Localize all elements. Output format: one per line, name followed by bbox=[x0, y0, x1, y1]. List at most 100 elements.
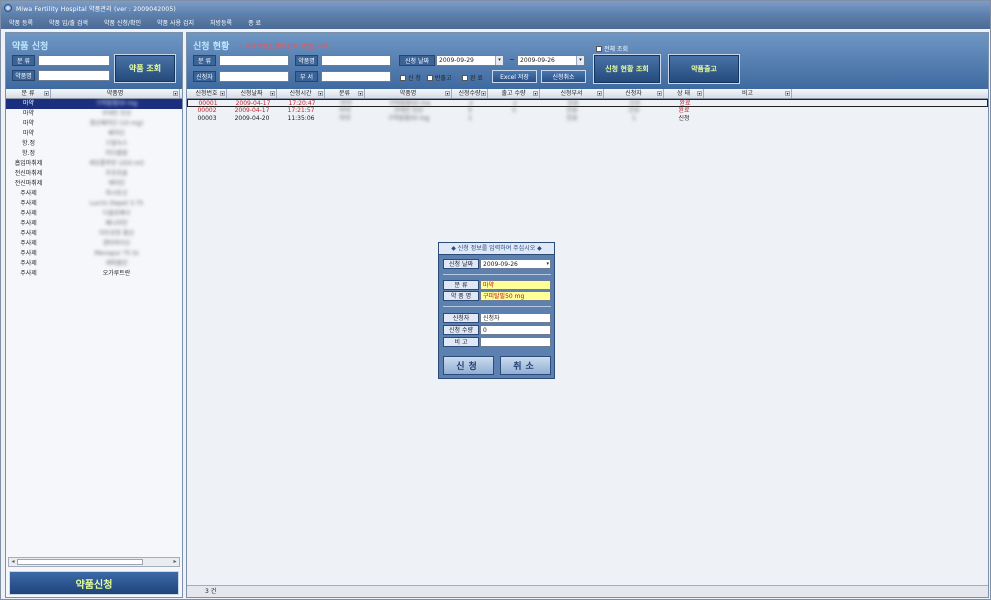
dialog-applicant-input[interactable]: 신청자 bbox=[480, 313, 551, 323]
col-request-time[interactable]: 신청시간 ▾ bbox=[277, 89, 325, 98]
menu-item-drug-request[interactable]: 약품 신청/확인 bbox=[96, 18, 149, 27]
dialog-qty-input[interactable]: 0 bbox=[480, 325, 551, 335]
dialog-drug-value: 구피탈필50 mg bbox=[480, 291, 551, 301]
dialog-title: ◆ 신청 정보를 입력하여 주십시오 ◆ bbox=[439, 243, 554, 255]
dialog-date-picker[interactable]: 2009-09-26 ▾ bbox=[480, 259, 551, 269]
col-applicant[interactable]: 신청자 ▾ bbox=[604, 89, 664, 98]
scrollbar-thumb[interactable] bbox=[17, 559, 143, 565]
request-status-search-button[interactable]: 신청 현황 조회 bbox=[593, 54, 661, 84]
drug-release-button[interactable]: 약품출고 bbox=[668, 54, 740, 84]
col-note[interactable]: 비고 ▾ bbox=[704, 89, 792, 98]
request-table: 00001 2009-04-17 17:20:47 마약 구피탈필50 mg 2… bbox=[187, 99, 988, 123]
list-item[interactable]: 마약 구피탈필50 mg bbox=[6, 99, 182, 109]
list-item[interactable]: 마약 페치딘 bbox=[6, 129, 182, 139]
drug-name-input[interactable] bbox=[321, 55, 391, 66]
checkbox-out[interactable]: 반출고 bbox=[427, 73, 452, 82]
list-item[interactable]: 항.정 미다졸람 bbox=[6, 149, 182, 159]
applicant-input[interactable] bbox=[219, 71, 289, 82]
table-row[interactable]: 00002 2009-04-17 17:21:57 마약 코데인 인산 5 5 … bbox=[187, 107, 988, 115]
list-item[interactable]: 주사제 페니라민 bbox=[6, 219, 182, 229]
chevron-down-icon[interactable]: ▾ bbox=[358, 91, 363, 96]
checkbox-icon[interactable] bbox=[427, 74, 433, 81]
checkbox-icon[interactable] bbox=[596, 45, 602, 52]
drug-request-panel: 약품 신청 분 류 약품명 약품 조회 분 류 ▾ 약품명 ▾ 마약 구피탈필50 m… bbox=[5, 32, 183, 598]
calendar-dropdown-icon[interactable]: ▾ bbox=[495, 56, 503, 65]
col-category[interactable]: 분 류 ▾ bbox=[6, 89, 51, 98]
chevron-down-icon[interactable]: ▾ bbox=[318, 91, 323, 96]
col-request-dept[interactable]: 신청부서 ▾ bbox=[540, 89, 604, 98]
chevron-down-icon[interactable]: ▾ bbox=[270, 91, 275, 96]
checkbox-icon[interactable] bbox=[462, 74, 468, 81]
checkbox-apply[interactable]: 신 청 bbox=[400, 73, 421, 82]
cancel-request-button[interactable]: 신청취소 bbox=[541, 70, 586, 83]
dialog-note-input[interactable] bbox=[480, 337, 551, 347]
list-item[interactable]: 마약 코데인 인산 bbox=[6, 109, 182, 119]
col-request-qty[interactable]: 신청수량 ▾ bbox=[452, 89, 488, 98]
date-from-picker[interactable]: 2009-09-29 ▾ bbox=[436, 55, 504, 66]
menu-item-drug-search[interactable]: 약품 입/출 검색 bbox=[41, 18, 96, 27]
list-item[interactable]: 주사제 오가루트란 bbox=[6, 269, 182, 279]
menu-item-drug-usage[interactable]: 약품 사용 검지 bbox=[149, 18, 202, 27]
category-input[interactable] bbox=[219, 55, 289, 66]
drug-request-header: 약품 신청 분 류 약품명 약품 조회 bbox=[6, 33, 182, 89]
table-row[interactable]: 00003 2009-04-20 11:35:06 마약 구피탈필50 mg 1… bbox=[187, 115, 988, 123]
checkbox-done[interactable]: 완 료 bbox=[462, 73, 483, 82]
col-status[interactable]: 상 태 ▾ bbox=[664, 89, 704, 98]
col-out-qty[interactable]: 출고 수량 ▾ bbox=[488, 89, 540, 98]
date-to-picker[interactable]: 2009-09-26 ▾ bbox=[517, 55, 585, 66]
col-drug-name[interactable]: 약품명 ▾ bbox=[365, 89, 452, 98]
scroll-right-icon[interactable]: ▸ bbox=[171, 558, 179, 566]
menu-item-prescription[interactable]: 처방등록 bbox=[202, 18, 240, 27]
list-item[interactable]: 흡입마취제 세보플루란 (250 ml) bbox=[6, 159, 182, 169]
chevron-down-icon[interactable]: ▾ bbox=[657, 91, 662, 96]
dialog-note-label: 비 고 bbox=[443, 337, 479, 347]
calendar-dropdown-icon[interactable]: ▾ bbox=[546, 260, 549, 269]
chevron-down-icon[interactable]: ▾ bbox=[785, 91, 790, 96]
list-item[interactable]: 주사제 옥시토신 bbox=[6, 189, 182, 199]
list-item[interactable]: 주사제 Menopur 75 IU bbox=[6, 249, 182, 259]
chevron-down-icon[interactable]: ▾ bbox=[173, 91, 178, 96]
col-request-date[interactable]: 신청날짜 ▾ bbox=[227, 89, 277, 98]
checkbox-icon[interactable] bbox=[400, 74, 406, 81]
list-item[interactable]: 마약 염산페치딘 (10 mg) bbox=[6, 119, 182, 129]
chevron-down-icon[interactable]: ▾ bbox=[445, 91, 450, 96]
list-item[interactable]: 주사제 Lucrin Depot 3.75 bbox=[6, 199, 182, 209]
category-label: 분 류 bbox=[12, 55, 35, 66]
checkbox-view-all[interactable]: 전체 조회 bbox=[596, 44, 628, 53]
col-drug-name[interactable]: 약품명 ▾ bbox=[51, 89, 180, 98]
list-item[interactable]: 항.정 스틸녹스 bbox=[6, 139, 182, 149]
drug-name-input[interactable] bbox=[38, 70, 110, 81]
title-bar: Miwa Fertility Hospital 약품관리 (ver : 2009… bbox=[1, 1, 990, 15]
chevron-down-icon[interactable]: ▾ bbox=[220, 91, 225, 96]
menu-item-drug-register[interactable]: 약품 등록 bbox=[1, 18, 41, 27]
scroll-left-icon[interactable]: ◂ bbox=[9, 558, 17, 566]
list-item[interactable]: 주사제 겐타마이신 bbox=[6, 239, 182, 249]
applicant-label: 신청자 bbox=[193, 71, 216, 82]
chevron-down-icon[interactable]: ▾ bbox=[481, 91, 486, 96]
drug-search-button[interactable]: 약품 조회 bbox=[114, 54, 176, 83]
chevron-down-icon[interactable]: ▾ bbox=[597, 91, 602, 96]
list-item[interactable]: 전신마취제 케타민 bbox=[6, 179, 182, 189]
drug-request-title: 약품 신청 bbox=[12, 42, 49, 52]
dialog-cancel-button[interactable]: 취소 bbox=[500, 356, 551, 375]
list-item[interactable]: 주사제 세파졸린 bbox=[6, 259, 182, 269]
calendar-dropdown-icon[interactable]: ▾ bbox=[576, 56, 584, 65]
dept-input[interactable] bbox=[321, 71, 391, 82]
menu-item-exit[interactable]: 종 료 bbox=[240, 18, 269, 27]
category-input[interactable] bbox=[38, 55, 110, 66]
list-item[interactable]: 주사제 디클로페낙 bbox=[6, 209, 182, 219]
col-category[interactable]: 분류 ▾ bbox=[325, 89, 365, 98]
list-item[interactable]: 주사제 아트로핀 황산 bbox=[6, 229, 182, 239]
list-item[interactable]: 전신마취제 프로포폴 bbox=[6, 169, 182, 179]
horizontal-scrollbar[interactable]: ◂ ▸ bbox=[8, 557, 180, 567]
app-window: Miwa Fertility Hospital 약품관리 (ver : 2009… bbox=[0, 0, 991, 600]
dialog-apply-button[interactable]: 신청 bbox=[443, 356, 494, 375]
chevron-down-icon[interactable]: ▾ bbox=[533, 91, 538, 96]
dialog-qty-label: 신청 수량 bbox=[443, 325, 479, 335]
chevron-down-icon[interactable]: ▾ bbox=[697, 91, 702, 96]
chevron-down-icon[interactable]: ▾ bbox=[44, 91, 49, 96]
excel-save-button[interactable]: Excel 저장 bbox=[492, 70, 537, 83]
table-row[interactable]: 00001 2009-04-17 17:20:47 마약 구피탈필50 mg 2… bbox=[187, 99, 988, 107]
apply-drug-button[interactable]: 약품신청 bbox=[9, 571, 179, 595]
col-request-no[interactable]: 신청번호 ▾ bbox=[187, 89, 227, 98]
